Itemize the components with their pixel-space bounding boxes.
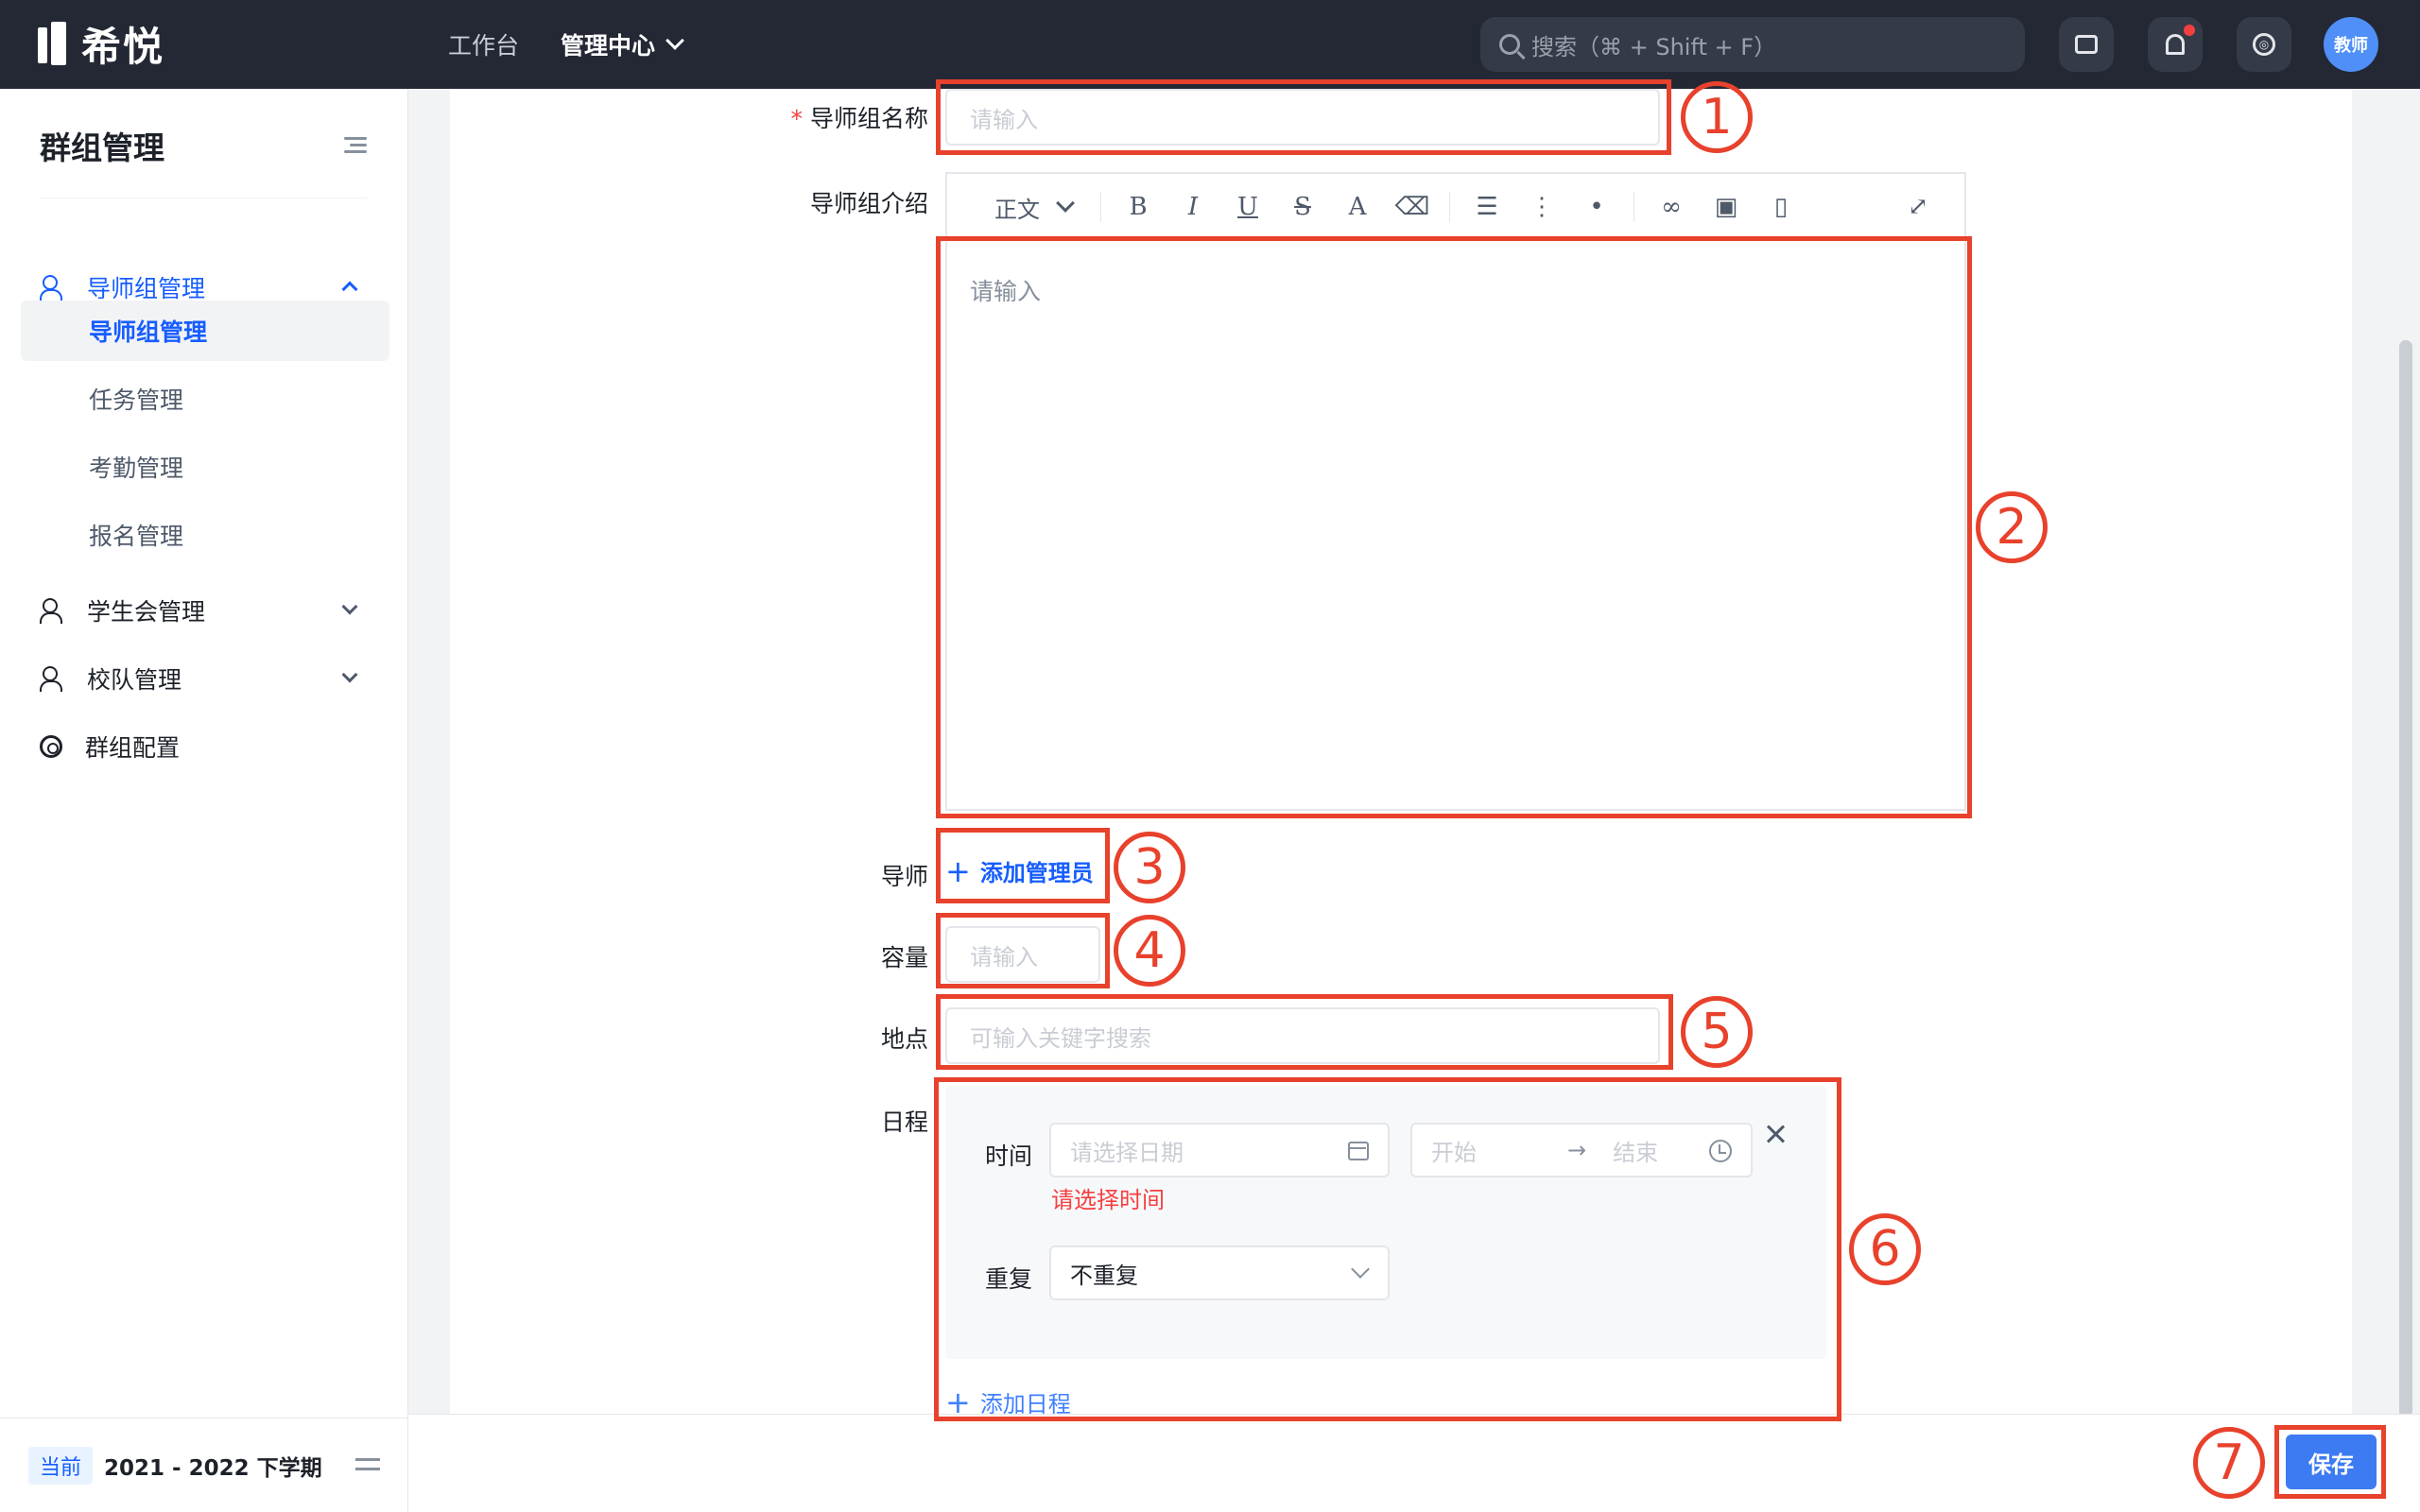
sidebar-item-registration[interactable]: 报名管理 xyxy=(21,505,389,565)
chevron-down-icon xyxy=(341,598,358,615)
capacity-input[interactable]: 请输入 xyxy=(945,926,1100,983)
top-nav: 工作台 管理中心 xyxy=(448,0,684,89)
chevron-down-icon xyxy=(1351,1260,1370,1279)
time-error: 请选择时间 xyxy=(1051,1187,1165,1213)
sidebar-group-label: 导师组管理 xyxy=(87,275,206,302)
sidebar: 群组管理 导师组管理 导师组管理 任务管理 考勤管理 报名管理 学生会管理 校队… xyxy=(0,89,408,1512)
clock-icon xyxy=(1709,1140,1732,1162)
sidebar-item-label: 群组配置 xyxy=(85,734,181,762)
add-admin-button[interactable]: + 添加管理员 xyxy=(945,854,1094,887)
term-label: 2021 - 2022 下学期 xyxy=(104,1455,322,1481)
chat-icon xyxy=(2075,35,2098,54)
chevron-up-icon xyxy=(341,281,358,298)
nav-management-center[interactable]: 管理中心 xyxy=(561,27,684,61)
notification-dot xyxy=(2184,25,2195,36)
annotation-1: 1 xyxy=(1681,81,1753,153)
annotation-5: 5 xyxy=(1681,996,1753,1068)
messages-button[interactable] xyxy=(2059,17,2114,72)
underline-button[interactable]: U xyxy=(1220,193,1275,221)
users-icon xyxy=(40,598,64,624)
notifications-button[interactable] xyxy=(2148,17,2203,72)
sidebar-group-student-union[interactable]: 学生会管理 xyxy=(21,580,389,641)
search-icon xyxy=(1499,34,1520,55)
sidebar-item-mentor-group[interactable]: 导师组管理 xyxy=(21,301,389,361)
sidebar-header: 群组管理 xyxy=(40,117,367,198)
nav-workbench[interactable]: 工作台 xyxy=(448,27,519,61)
chevron-down-icon xyxy=(341,666,358,683)
fullscreen-icon[interactable]: ⤢ xyxy=(1891,193,1945,221)
date-picker[interactable]: 请选择日期 xyxy=(1049,1123,1390,1177)
sidebar-item-group-config[interactable]: 群组配置 xyxy=(21,716,389,777)
sidebar-title: 群组管理 xyxy=(40,129,164,166)
annotation-3: 3 xyxy=(1114,832,1185,903)
chevron-down-icon xyxy=(666,31,684,50)
file-icon[interactable]: ▯ xyxy=(1754,193,1808,221)
repeat-select[interactable]: 不重复 xyxy=(1049,1246,1390,1300)
calendar-icon xyxy=(1348,1142,1369,1160)
mentor-label: 导师 xyxy=(880,863,928,890)
avatar[interactable]: 教师 xyxy=(2324,17,2378,72)
search-input[interactable]: 搜索（⌘ + Shift + F） xyxy=(1480,17,2025,72)
sidebar-item-tasks[interactable]: 任务管理 xyxy=(21,369,389,429)
capacity-label: 容量 xyxy=(880,944,928,971)
start-time: 开始 xyxy=(1431,1139,1477,1166)
bell-icon xyxy=(2166,34,2185,55)
logo-mark-icon xyxy=(38,22,68,65)
plus-icon: + xyxy=(945,1383,971,1420)
annotation-4: 4 xyxy=(1114,915,1185,987)
clear-format-icon[interactable]: ⌫ xyxy=(1385,193,1440,221)
app-switch-button[interactable]: ◎ xyxy=(2237,17,2291,72)
link-icon[interactable]: ∞ xyxy=(1644,193,1699,221)
sidebar-item-attendance[interactable]: 考勤管理 xyxy=(21,437,389,497)
time-range-picker[interactable]: 开始 → 结束 xyxy=(1410,1123,1753,1177)
sidebar-group-label: 学生会管理 xyxy=(87,598,206,626)
logo-text: 希悦 xyxy=(81,23,165,70)
action-footer xyxy=(408,1414,2420,1512)
bullet-list-icon[interactable]: • xyxy=(1569,193,1624,221)
save-button[interactable]: 保存 xyxy=(2286,1435,2377,1489)
term-selector[interactable]: 当前 2021 - 2022 下学期 xyxy=(0,1418,408,1512)
current-tag: 当前 xyxy=(28,1446,94,1485)
users-icon xyxy=(40,666,64,692)
scrollbar[interactable] xyxy=(2399,340,2412,1418)
strikethrough-button[interactable]: S xyxy=(1275,193,1330,221)
search-placeholder: 搜索（⌘ + Shift + F） xyxy=(1531,33,1777,60)
top-bar: 希悦 工作台 管理中心 搜索（⌘ + Shift + F） ◎ 教师 xyxy=(0,0,2420,89)
align-icon[interactable]: ☰ xyxy=(1460,193,1514,221)
sidebar-group-label: 校队管理 xyxy=(87,666,182,694)
repeat-label: 重复 xyxy=(985,1265,1033,1293)
schedule-label: 日程 xyxy=(880,1108,928,1136)
time-label: 时间 xyxy=(985,1143,1033,1170)
plus-icon: + xyxy=(945,852,971,889)
group-name-input[interactable]: 请输入 xyxy=(945,89,1660,146)
annotation-7: 7 xyxy=(2193,1427,2265,1499)
end-time: 结束 xyxy=(1613,1139,1659,1166)
font-color-button[interactable]: A xyxy=(1330,193,1385,221)
editor-toolbar: 正文 B I U S A ⌫ ☰ ⋮ • ∞ ▣ ▯ ⤢ xyxy=(945,172,1966,240)
range-arrow-icon: → xyxy=(1567,1137,1587,1163)
bold-button[interactable]: B xyxy=(1111,193,1166,221)
italic-button[interactable]: I xyxy=(1166,193,1220,221)
users-icon xyxy=(40,275,64,301)
intro-editor[interactable]: 请输入 xyxy=(945,240,1966,811)
location-input[interactable]: 可输入关键字搜索 xyxy=(945,1007,1660,1064)
gear-icon xyxy=(40,735,62,758)
compass-icon: ◎ xyxy=(2253,33,2275,56)
annotation-2: 2 xyxy=(1976,491,2048,563)
name-label: * 导师组名称 xyxy=(790,105,928,132)
logo[interactable]: 希悦 xyxy=(38,19,164,70)
swap-icon[interactable] xyxy=(355,1454,380,1475)
remove-schedule-icon[interactable] xyxy=(1764,1123,1789,1147)
intro-label: 导师组介绍 xyxy=(809,190,928,217)
intro-placeholder: 请输入 xyxy=(970,278,1042,305)
paragraph-style-select[interactable]: 正文 xyxy=(970,191,1064,224)
sidebar-group-school-team[interactable]: 校队管理 xyxy=(21,648,389,709)
image-icon[interactable]: ▣ xyxy=(1699,193,1754,221)
nav-management-center-label: 管理中心 xyxy=(561,32,656,60)
collapse-menu-icon[interactable] xyxy=(344,136,367,154)
ordered-list-icon[interactable]: ⋮ xyxy=(1514,193,1569,221)
location-label: 地点 xyxy=(880,1025,928,1053)
annotation-6: 6 xyxy=(1849,1213,1921,1285)
